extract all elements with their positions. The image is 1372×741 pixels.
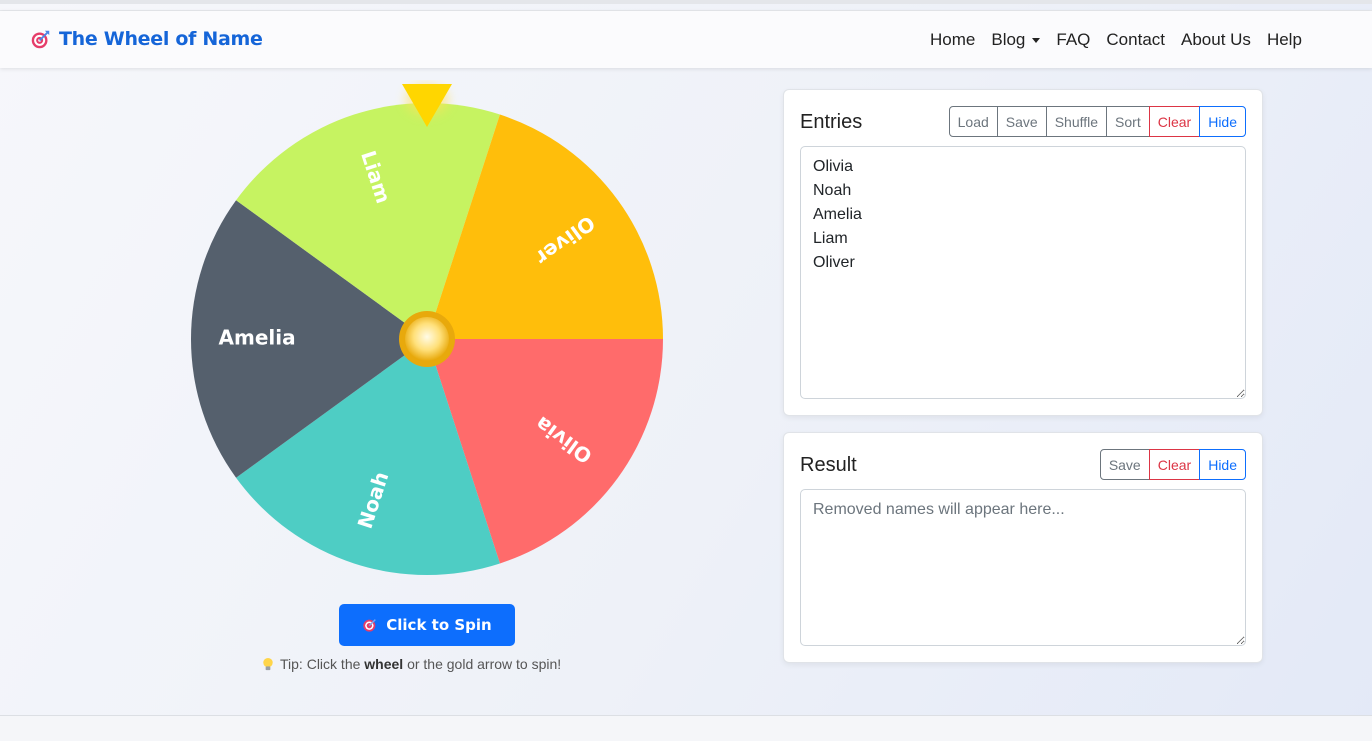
navbar: The Wheel of Name Home Blog FAQ Contact …	[0, 11, 1372, 68]
nav-help[interactable]: Help	[1267, 30, 1302, 50]
wheel-container[interactable]: Olivia Noah Amelia Liam Oliver	[190, 80, 665, 580]
chevron-down-icon	[1032, 37, 1041, 43]
save-result-button[interactable]: Save	[1099, 449, 1150, 480]
tip-prefix: Tip: Click the	[280, 656, 361, 672]
nav-links: Home Blog FAQ Contact About Us Help	[930, 30, 1318, 50]
sort-button[interactable]: Sort	[1106, 106, 1150, 137]
entries-textarea[interactable]	[800, 146, 1246, 399]
nav-home[interactable]: Home	[930, 30, 975, 50]
nav-faq[interactable]: FAQ	[1056, 30, 1090, 50]
clear-result-button[interactable]: Clear	[1148, 449, 1201, 480]
footer	[0, 716, 1372, 741]
save-entries-button[interactable]: Save	[996, 106, 1047, 137]
entries-title: Entries	[800, 111, 863, 133]
tip-suffix: or the gold arrow to spin!	[407, 656, 562, 672]
wheel-label-amelia: Amelia	[219, 326, 296, 350]
result-title: Result	[800, 454, 857, 476]
target-icon	[31, 30, 50, 48]
lightbulb-icon	[263, 657, 273, 670]
brand-link[interactable]: The Wheel of Name	[30, 28, 263, 50]
tip-bold: wheel	[364, 656, 404, 672]
browser-top-strip	[0, 0, 1372, 4]
load-button[interactable]: Load	[948, 106, 998, 137]
spin-tip: Tip: Click the wheel or the gold arrow t…	[262, 656, 561, 672]
spin-button[interactable]: Click to Spin	[339, 604, 515, 646]
entries-button-group: Load Save Shuffle Sort Clear Hide	[948, 106, 1246, 137]
nav-blog-label: Blog	[991, 30, 1026, 49]
nav-about-us[interactable]: About Us	[1181, 30, 1251, 50]
result-card: Result Save Clear Hide	[783, 432, 1263, 663]
name-wheel[interactable]: OliviaNoahAmeliaLiamOliver	[190, 80, 665, 580]
hide-result-button[interactable]: Hide	[1199, 449, 1246, 480]
shuffle-button[interactable]: Shuffle	[1045, 106, 1108, 137]
entries-card: Entries Load Save Shuffle Sort Clear Hid…	[783, 89, 1263, 416]
hide-entries-button[interactable]: Hide	[1199, 106, 1246, 137]
nav-contact[interactable]: Contact	[1106, 30, 1165, 50]
clear-entries-button[interactable]: Clear	[1148, 106, 1201, 137]
target-icon	[363, 619, 377, 632]
result-textarea[interactable]	[800, 489, 1246, 646]
brand-title: The Wheel of Name	[59, 28, 263, 50]
wheel-hub[interactable]	[399, 311, 455, 367]
result-button-group: Save Clear Hide	[1099, 449, 1246, 480]
spin-button-label: Click to Spin	[386, 616, 492, 634]
nav-blog-dropdown[interactable]: Blog	[991, 30, 1041, 50]
